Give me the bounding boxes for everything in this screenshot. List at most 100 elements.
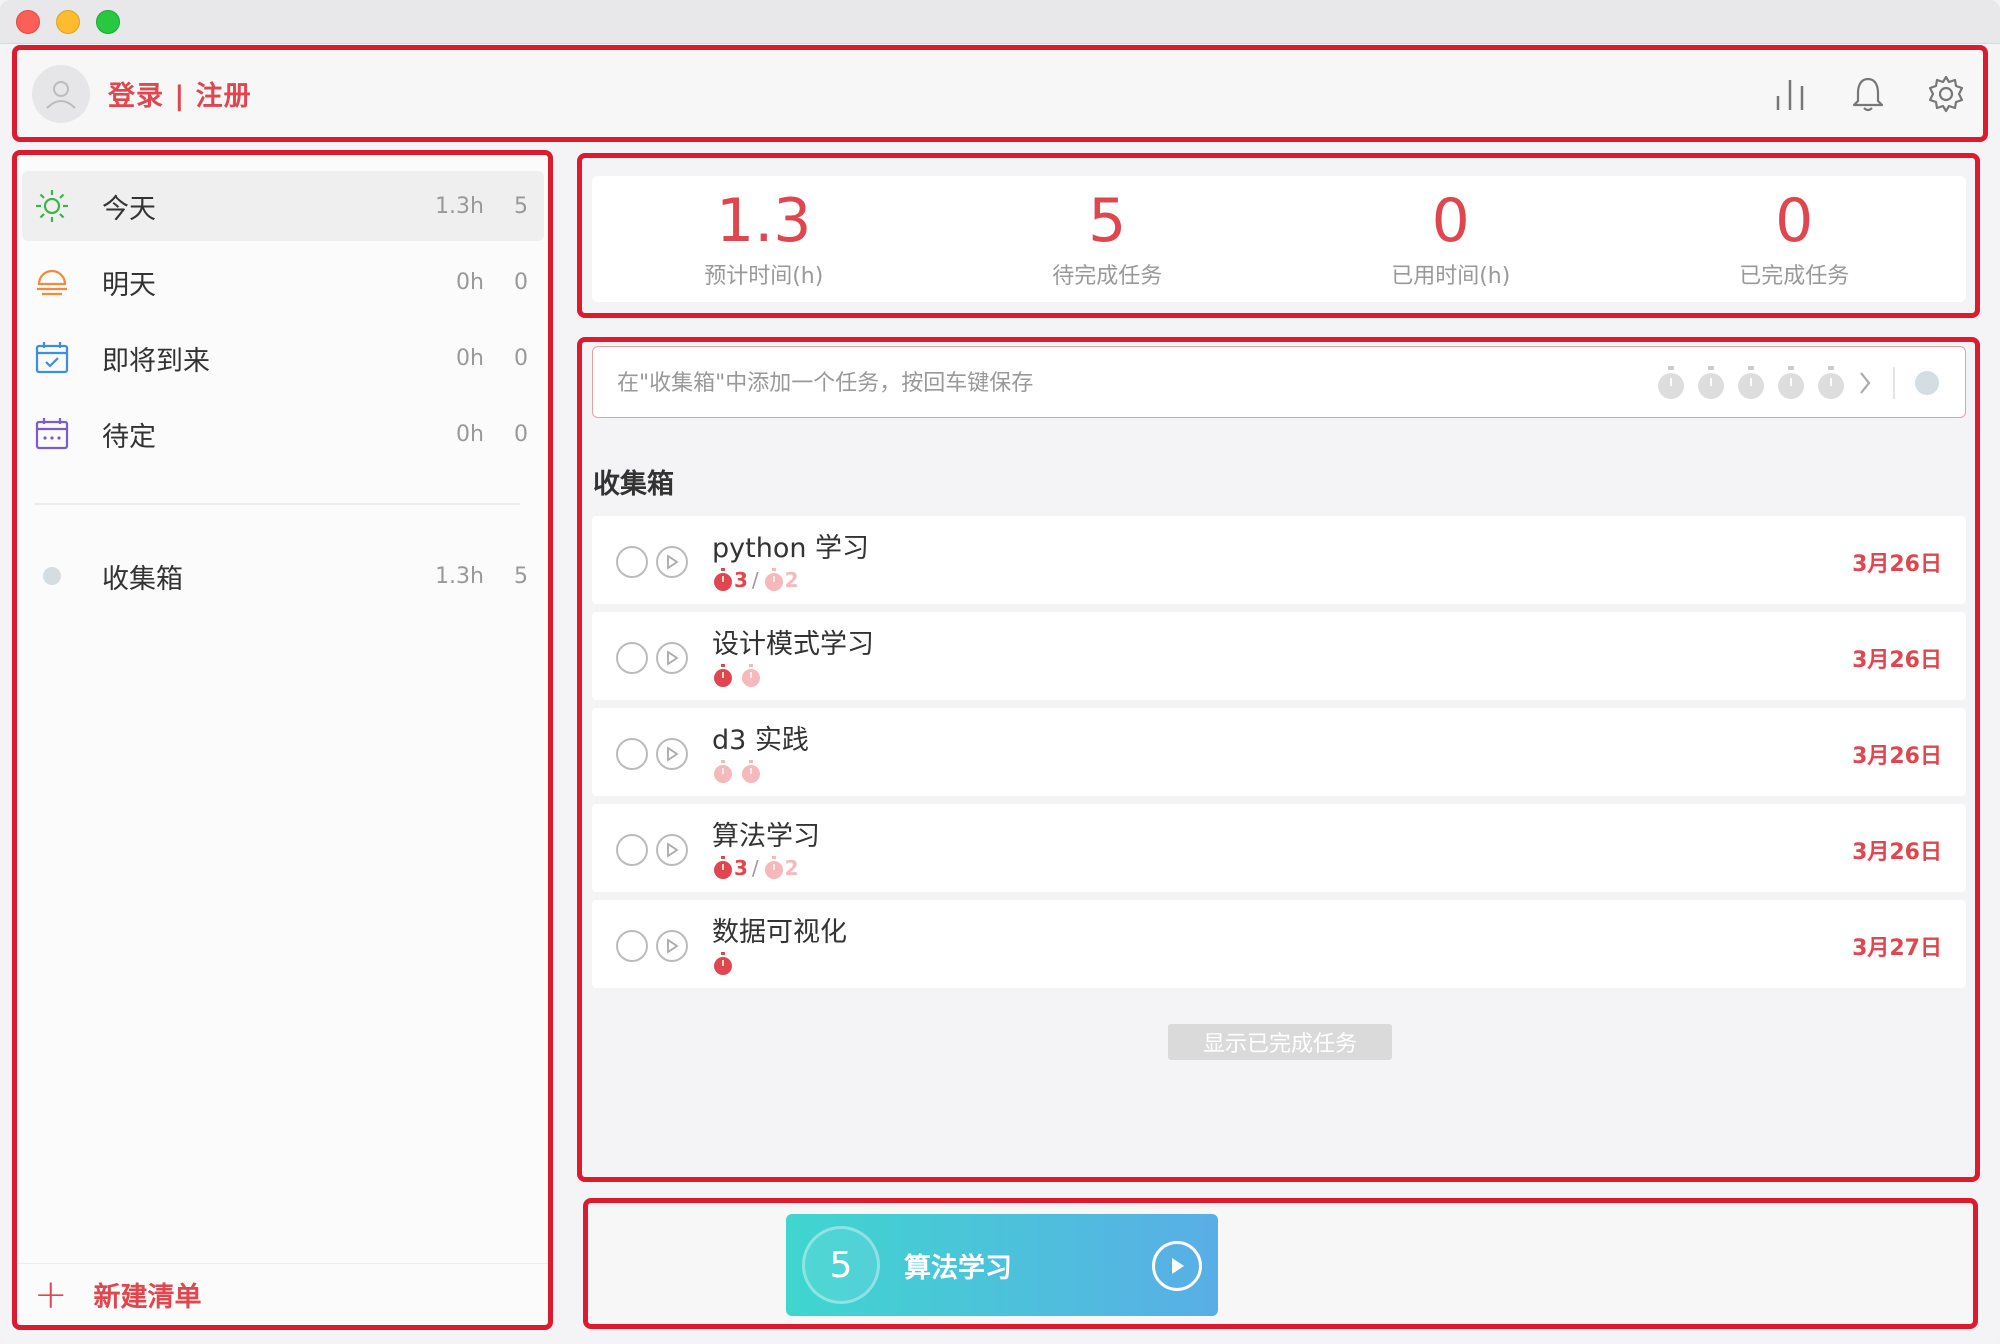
done-pomodoro-count: 3 xyxy=(734,856,748,880)
statistics-button[interactable] xyxy=(1768,72,1812,116)
sidebar-item-hours: 1.3h xyxy=(435,563,484,589)
task-due-date: 3月27日 xyxy=(1852,936,1942,961)
tomato-timer-icon xyxy=(714,664,732,687)
done-pomodoro-count: 3 xyxy=(734,568,748,592)
planned-pomodoro-count: 2 xyxy=(784,568,799,592)
pomodoro-progress xyxy=(712,664,762,688)
gear-icon xyxy=(1928,75,1964,113)
show-completed-button[interactable]: 显示已完成任务 xyxy=(1168,1024,1392,1060)
current-task-player[interactable]: 5 算法学习 xyxy=(786,1214,1218,1316)
pomodoro-estimate-picker xyxy=(1655,365,1847,401)
start-pomodoro-button[interactable] xyxy=(656,642,688,674)
minimize-window-button[interactable] xyxy=(56,10,80,34)
stat-value: 1.3 xyxy=(716,186,812,256)
complete-checkbox[interactable] xyxy=(616,738,648,770)
sidebar-item-count: 5 xyxy=(514,193,528,219)
tomato-timer-icon xyxy=(714,856,732,879)
task-due-date: 3月26日 xyxy=(1852,648,1942,673)
tomato-timer-icon xyxy=(714,568,732,591)
stat-pending-tasks: 5 待完成任务 xyxy=(936,176,1280,302)
play-icon xyxy=(667,938,679,954)
sidebar-item-today[interactable]: 今天 1.3h 5 xyxy=(22,171,544,241)
new-list-button[interactable]: + 新建清单 xyxy=(16,1263,550,1325)
stat-value: 0 xyxy=(1431,186,1470,256)
start-pomodoro-button[interactable] xyxy=(656,930,688,962)
sidebar-item-label: 即将到来 xyxy=(102,345,210,377)
sidebar-item-pending[interactable]: 待定 0h 0 xyxy=(22,399,544,469)
start-pomodoro-button[interactable] xyxy=(656,546,688,578)
task-row[interactable]: 数据可视化 3月27日 xyxy=(592,900,1966,988)
complete-checkbox[interactable] xyxy=(616,834,648,866)
start-pomodoro-button[interactable] xyxy=(656,834,688,866)
avatar[interactable] xyxy=(32,65,90,123)
pomodoro-separator: / xyxy=(751,568,759,592)
sidebar-item-inbox[interactable]: 收集箱 1.3h 5 xyxy=(22,541,544,611)
task-due-date: 3月26日 xyxy=(1852,840,1942,865)
sidebar-item-tomorrow[interactable]: 明天 0h 0 xyxy=(22,247,544,317)
stats-bars-icon xyxy=(1776,80,1804,110)
pomodoro-progress: 3 / 2 xyxy=(712,568,799,592)
sidebar-item-count: 0 xyxy=(514,269,528,295)
pomodoro-estimate-3-icon[interactable] xyxy=(1735,365,1767,401)
list-select-dot-icon[interactable] xyxy=(1915,371,1939,395)
complete-checkbox[interactable] xyxy=(616,642,648,674)
sidebar-item-count: 5 xyxy=(514,563,528,589)
player-play-button[interactable] xyxy=(1152,1241,1202,1291)
sidebar-item-hours: 1.3h xyxy=(435,193,484,219)
sidebar-item-hours: 0h xyxy=(456,345,484,371)
tomato-timer-icon xyxy=(764,568,783,591)
task-name: 算法学习 xyxy=(712,821,820,852)
sidebar-item-hours: 0h xyxy=(456,421,484,447)
sunrise-icon xyxy=(32,262,72,302)
tomato-timer-icon xyxy=(742,760,760,783)
pomodoro-progress xyxy=(712,952,734,976)
sidebar-item-label: 待定 xyxy=(102,421,156,453)
complete-checkbox[interactable] xyxy=(616,546,648,578)
play-icon xyxy=(1172,1258,1184,1274)
pomodoro-separator: / xyxy=(751,856,759,880)
new-list-label: 新建清单 xyxy=(93,1282,202,1313)
title-bar xyxy=(0,0,2000,44)
login-register-link[interactable]: 登录 | 注册 xyxy=(108,74,252,113)
task-due-date: 3月26日 xyxy=(1852,744,1942,769)
stat-used-time: 0 已用时间(h) xyxy=(1279,176,1623,302)
plus-icon: + xyxy=(34,1271,68,1318)
task-row[interactable]: 算法学习 3 / 2 3月26日 xyxy=(592,804,1966,892)
pomodoro-estimate-1-icon[interactable] xyxy=(1655,365,1687,401)
calendar-check-icon xyxy=(32,338,72,378)
task-name: d3 实践 xyxy=(712,725,809,756)
pomodoro-estimate-2-icon[interactable] xyxy=(1695,365,1727,401)
tomato-timer-icon xyxy=(714,760,732,783)
stat-value: 0 xyxy=(1775,186,1814,256)
stat-caption: 已用时间(h) xyxy=(1391,264,1511,289)
sun-icon xyxy=(32,186,72,226)
add-task-input[interactable] xyxy=(617,365,1617,401)
tomato-timer-icon xyxy=(764,856,783,879)
task-row[interactable]: python 学习 3 / 2 3月26日 xyxy=(592,516,1966,604)
notifications-button[interactable] xyxy=(1846,72,1890,116)
task-row[interactable]: 设计模式学习 3月26日 xyxy=(592,612,1966,700)
play-icon xyxy=(667,746,679,762)
chevron-right-icon[interactable] xyxy=(1857,369,1873,397)
pomodoro-estimate-5-icon[interactable] xyxy=(1815,365,1847,401)
list-dot-icon xyxy=(32,556,72,596)
top-header: 登录 | 注册 xyxy=(16,48,1984,140)
stat-caption: 待完成任务 xyxy=(1052,264,1163,289)
task-due-date: 3月26日 xyxy=(1852,552,1942,577)
stat-estimated-time: 1.3 预计时间(h) xyxy=(592,176,936,302)
app-window: 登录 | 注册 今天 1.3h 5 明天 0h 0 即将到来 0h 0 待定 0… xyxy=(0,0,2000,1344)
settings-button[interactable] xyxy=(1924,72,1968,116)
play-icon xyxy=(667,554,679,570)
complete-checkbox[interactable] xyxy=(616,930,648,962)
sidebar-item-upcoming[interactable]: 即将到来 0h 0 xyxy=(22,323,544,393)
sidebar-divider xyxy=(34,503,520,505)
start-pomodoro-button[interactable] xyxy=(656,738,688,770)
section-title: 收集箱 xyxy=(593,469,674,500)
stat-value: 5 xyxy=(1088,186,1127,256)
close-window-button[interactable] xyxy=(16,10,40,34)
pomodoro-estimate-4-icon[interactable] xyxy=(1775,365,1807,401)
zoom-window-button[interactable] xyxy=(96,10,120,34)
player-task-name: 算法学习 xyxy=(904,1252,1012,1284)
bell-icon xyxy=(1852,77,1884,112)
task-row[interactable]: d3 实践 3月26日 xyxy=(592,708,1966,796)
